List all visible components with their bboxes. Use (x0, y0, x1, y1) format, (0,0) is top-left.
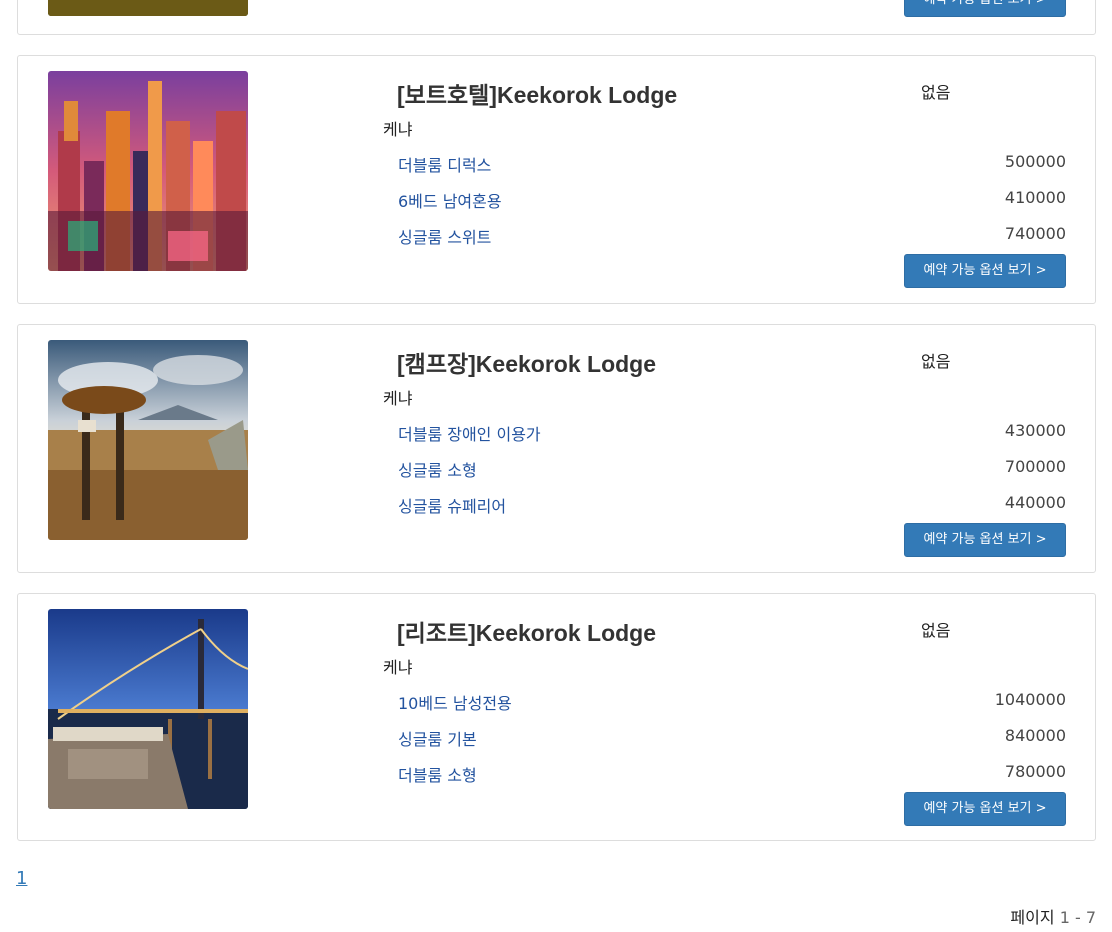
view-options-button[interactable]: 예약 가능 옵션 보기 > (904, 792, 1066, 826)
room-row: 싱글룸 스위트 740000 (398, 224, 1066, 248)
room-price: 410000 (1004, 188, 1066, 207)
room-link[interactable]: 싱글룸 스위트 (398, 224, 491, 248)
hotel-thumbnail[interactable] (48, 71, 248, 271)
room-link[interactable]: 6베드 남여혼용 (398, 188, 502, 212)
room-link[interactable]: 더블룸 디럭스 (398, 152, 491, 176)
room-row: 더블룸 장애인 이용가 430000 (398, 421, 1066, 445)
availability-status: 없음 (921, 352, 951, 371)
room-price: 700000 (1004, 457, 1066, 476)
city-skyline-photo-icon (48, 71, 248, 271)
thumbnail-image-icon (48, 0, 248, 16)
view-options-button[interactable]: 예약 가능 옵션 보기 > (904, 254, 1066, 288)
hotel-title[interactable]: [보트호텔]Keekorok Lodge (397, 76, 677, 110)
room-link[interactable]: 싱글룸 소형 (398, 457, 477, 481)
room-row: 더블룸 소형 780000 (398, 762, 1066, 786)
hotel-thumbnail[interactable] (48, 609, 248, 809)
room-row: 싱글룸 기본 840000 (398, 726, 1066, 750)
hotel-region: 케냐 (383, 389, 413, 408)
room-row: 싱글룸 소형 700000 (398, 457, 1066, 481)
view-options-button[interactable]: 예약 가능 옵션 보기 > (904, 0, 1066, 17)
room-link[interactable]: 더블룸 소형 (398, 762, 477, 786)
room-row: 더블룸 디럭스 500000 (398, 152, 1066, 176)
room-price: 440000 (1004, 493, 1066, 512)
availability-status: 없음 (921, 83, 951, 102)
room-price: 780000 (1004, 762, 1066, 781)
room-price: 430000 (1004, 421, 1066, 440)
page-info: 페이지 1 - 7 (1010, 904, 1096, 928)
hotel-card: [보트호텔]Keekorok Lodge 없음 케냐 더블룸 디럭스 50000… (17, 55, 1096, 304)
hotel-region: 케냐 (383, 120, 413, 139)
room-price: 500000 (1004, 152, 1066, 171)
room-link[interactable]: 싱글룸 기본 (398, 726, 477, 750)
room-price: 740000 (1004, 224, 1066, 243)
room-row: 10베드 남성전용 1040000 (398, 690, 1066, 714)
hotel-title[interactable]: [캠프장]Keekorok Lodge (397, 345, 656, 379)
room-link[interactable]: 더블룸 장애인 이용가 (398, 421, 541, 445)
bay-bridge-night-photo-icon (48, 609, 248, 809)
hotel-thumbnail[interactable] (48, 0, 248, 16)
page-info-range: 1 - 7 (1059, 908, 1096, 927)
hotel-title[interactable]: [리조트]Keekorok Lodge (397, 614, 656, 648)
room-row: 6베드 남여혼용 410000 (398, 188, 1066, 212)
hotel-card-partial: 예약 가능 옵션 보기 > (17, 0, 1096, 35)
page-link-1[interactable]: 1 (16, 868, 27, 889)
room-link[interactable]: 싱글룸 슈페리어 (398, 493, 506, 517)
room-link[interactable]: 10베드 남성전용 (398, 690, 512, 714)
room-price: 1040000 (994, 690, 1066, 709)
hotel-card: [캠프장]Keekorok Lodge 없음 케냐 더블룸 장애인 이용가 43… (17, 324, 1096, 573)
hotel-card: [리조트]Keekorok Lodge 없음 케냐 10베드 남성전용 1040… (17, 593, 1096, 841)
hotel-region: 케냐 (383, 658, 413, 677)
room-row: 싱글룸 슈페리어 440000 (398, 493, 1066, 517)
hotel-thumbnail[interactable] (48, 340, 248, 540)
availability-status: 없음 (921, 621, 951, 640)
view-options-button[interactable]: 예약 가능 옵션 보기 > (904, 523, 1066, 557)
room-price: 840000 (1004, 726, 1066, 745)
desert-signpost-photo-icon (48, 340, 248, 540)
page-info-label: 페이지 (1010, 908, 1055, 927)
